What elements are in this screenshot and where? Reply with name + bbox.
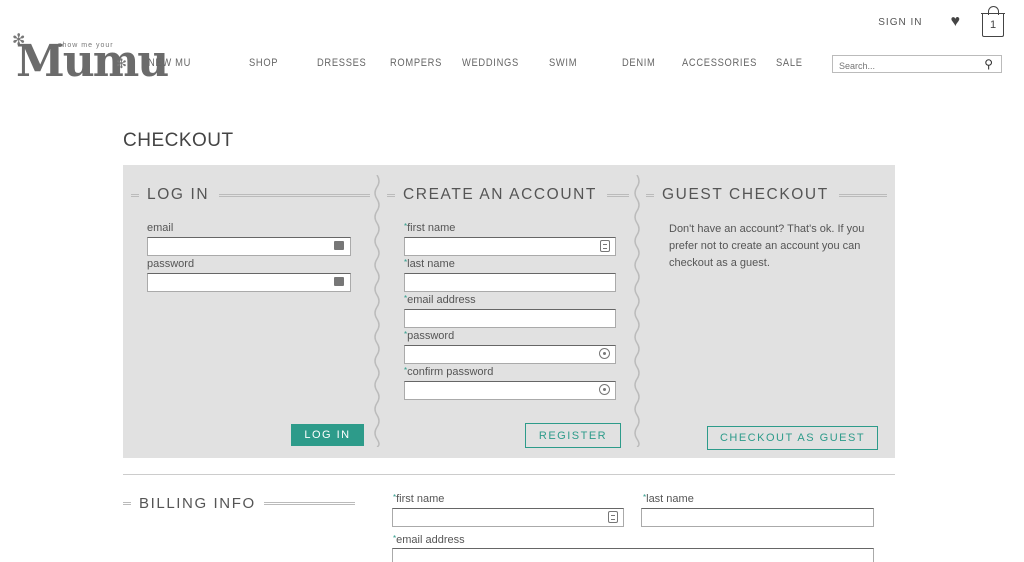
shopping-bag-icon[interactable]: 1 <box>981 6 1005 37</box>
create-last-name-field[interactable] <box>404 273 616 292</box>
nav-item-accessories[interactable]: ACCESSORIES <box>682 57 757 69</box>
login-title-text: LOG IN <box>147 186 210 203</box>
login-password-field[interactable] <box>147 273 351 292</box>
guest-title-text: GUEST CHECKOUT <box>662 186 829 203</box>
create-first-name-field[interactable] <box>404 237 616 256</box>
nav-item-sale[interactable]: SALE <box>776 57 803 69</box>
nav-item-swim[interactable]: SWIM <box>549 57 577 69</box>
create-password-field[interactable] <box>404 345 616 364</box>
login-section: LOG IN email password LOG IN <box>123 165 378 458</box>
title-rule <box>838 193 887 197</box>
billing-last-name-field[interactable] <box>641 508 874 527</box>
sign-in-link[interactable]: SIGN IN <box>878 17 922 28</box>
login-title: LOG IN <box>131 186 370 204</box>
billing-title: BILLING INFO <box>123 494 355 512</box>
search-box: ⚲ <box>832 55 1002 74</box>
logo[interactable]: ✻ show me your Mumu ✻ <box>12 30 169 100</box>
label-text: first name <box>396 493 445 505</box>
title-dash <box>131 193 139 197</box>
contact-card-icon <box>608 511 618 523</box>
page-title: CHECKOUT <box>123 130 234 151</box>
section-divider <box>123 474 895 475</box>
create-title: CREATE AN ACCOUNT <box>387 186 629 204</box>
create-email-label: *email address <box>404 294 476 306</box>
search-input[interactable] <box>833 58 973 74</box>
nav-item-weddings[interactable]: WEDDINGS <box>462 57 519 69</box>
billing-email-label: *email address <box>393 534 465 546</box>
billing-first-name-field[interactable] <box>392 508 624 527</box>
register-button[interactable]: REGISTER <box>525 423 621 448</box>
key-icon <box>599 384 610 395</box>
contact-card-icon <box>600 240 610 252</box>
logo-wordmark: Mumu <box>16 36 169 87</box>
create-last-name-label: *last name <box>404 258 455 270</box>
title-rule <box>263 501 355 505</box>
label-text: last name <box>407 258 455 270</box>
autofill-icon <box>334 277 344 286</box>
create-first-name-label: *first name <box>404 222 455 234</box>
nav-item-dresses[interactable]: DRESSES <box>317 57 366 69</box>
billing-title-text: BILLING INFO <box>139 494 256 512</box>
label-text: email address <box>407 294 476 306</box>
guest-title: GUEST CHECKOUT <box>646 186 887 204</box>
billing-first-name-label: *first name <box>393 493 444 505</box>
search-icon[interactable]: ⚲ <box>984 57 993 71</box>
create-password-label: *password <box>404 330 454 342</box>
autofill-icon <box>334 241 344 250</box>
create-email-field[interactable] <box>404 309 616 328</box>
create-confirm-field[interactable] <box>404 381 616 400</box>
heart-icon[interactable]: ♥ <box>951 13 961 31</box>
bag-count: 1 <box>989 18 997 31</box>
guest-description: Don't have an account? That's ok. If you… <box>669 223 865 269</box>
login-email-label: email <box>147 222 174 234</box>
title-rule <box>219 193 370 197</box>
login-email-field[interactable] <box>147 237 351 256</box>
label-text: first name <box>407 222 456 234</box>
checkout-as-guest-button[interactable]: CHECKOUT AS GUEST <box>707 426 878 450</box>
label-text: confirm password <box>407 366 494 378</box>
flower-icon: ✻ <box>116 56 127 71</box>
title-dash <box>387 193 395 197</box>
title-dash <box>646 193 654 197</box>
nav-item-denim[interactable]: DENIM <box>622 57 656 69</box>
key-icon <box>599 348 610 359</box>
checkout-panel: LOG IN email password LOG IN CREATE AN A… <box>123 165 895 458</box>
billing-email-field[interactable] <box>392 548 874 562</box>
title-rule <box>607 193 629 197</box>
billing-last-name-label: *last name <box>643 493 694 505</box>
nav-item-rompers[interactable]: ROMPERS <box>390 57 442 69</box>
label-text: email address <box>396 534 465 546</box>
top-bar: SIGN IN ♥ 1 <box>878 6 1005 37</box>
label-text: last name <box>646 493 694 505</box>
nav-item-new-mu[interactable]: NEW MU <box>148 57 191 69</box>
login-password-label: password <box>147 258 195 270</box>
login-button[interactable]: LOG IN <box>291 424 364 446</box>
nav-item-shop[interactable]: SHOP <box>249 57 278 69</box>
guest-section: GUEST CHECKOUT Don't have an account? Th… <box>638 165 895 458</box>
create-confirm-label: *confirm password <box>404 366 493 378</box>
label-text: password <box>407 330 455 342</box>
title-dash <box>123 501 131 505</box>
create-account-section: CREATE AN ACCOUNT *first name *last name… <box>379 165 637 458</box>
create-title-text: CREATE AN ACCOUNT <box>403 186 597 203</box>
